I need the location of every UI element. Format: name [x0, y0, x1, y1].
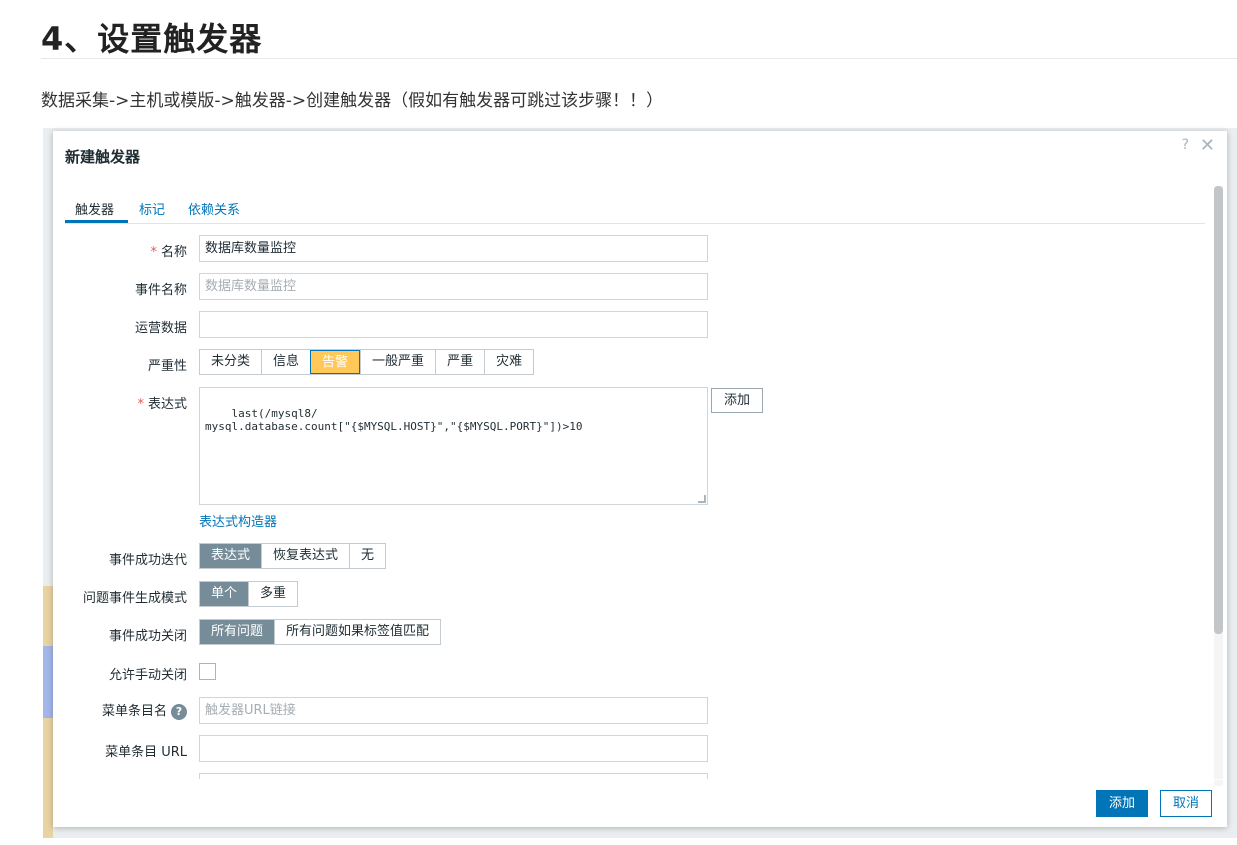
opdata-label: 运营数据 [134, 321, 187, 336]
footer-divider [53, 779, 1227, 780]
ok-close-tag-match[interactable]: 所有问题如果标签值匹配 [274, 620, 440, 644]
background-strip [43, 646, 53, 718]
severity-average[interactable]: 一般严重 [360, 350, 435, 374]
add-button[interactable]: 添加 [1096, 790, 1149, 817]
dialog-tabs: 触发器 标记 依赖关系 [65, 197, 1205, 224]
dialog-title: 新建触发器 [65, 148, 141, 166]
tab-trigger[interactable]: 触发器 [75, 199, 114, 218]
ok-close-selector: 所有问题 所有问题如果标签值匹配 [199, 619, 442, 645]
menu-url-input[interactable] [199, 735, 708, 762]
expression-label: * 表达式 [137, 397, 187, 412]
ok-event-generation-label: 事件成功迭代 [108, 553, 187, 568]
event-name-input[interactable]: 数据库数量监控 [199, 273, 708, 300]
expression-builder-link[interactable]: 表达式构造器 [199, 511, 277, 530]
menu-name-input[interactable]: 触发器URL链接 [199, 697, 708, 724]
manual-close-checkbox[interactable] [199, 663, 216, 680]
severity-information[interactable]: 信息 [261, 350, 310, 374]
ok-close-all[interactable]: 所有问题 [200, 620, 275, 644]
scrollbar-thumb[interactable] [1214, 186, 1223, 634]
background-strip [43, 718, 53, 838]
heading-divider [41, 58, 1237, 59]
menu-url-label: 菜单条目 URL [105, 745, 187, 760]
event-name-label: 事件名称 [134, 283, 187, 298]
expression-add-button[interactable]: 添加 [711, 388, 764, 413]
background-strip [43, 586, 53, 646]
help-icon[interactable]: ? [171, 703, 187, 720]
new-trigger-dialog: 新建触发器 ? ✕ 触发器 标记 依赖关系 * 名称 数据库数量监控 事件名称 数… [53, 131, 1227, 827]
ok-close-label: 事件成功关闭 [108, 629, 187, 644]
manual-close-label: 允许手动关闭 [108, 668, 187, 683]
article-intro: 数据采集->主机或模版->触发器->创建触发器（假如有触发器可跳过该步骤！！） [41, 91, 664, 111]
tab-tags[interactable]: 标记 [139, 199, 165, 218]
tab-dependencies[interactable]: 依赖关系 [188, 199, 240, 218]
problem-mode-multiple[interactable]: 多重 [248, 582, 297, 606]
ok-gen-expression[interactable]: 表达式 [200, 544, 262, 568]
cancel-button[interactable]: 取消 [1160, 790, 1213, 817]
problem-mode-label: 问题事件生成模式 [82, 591, 187, 606]
severity-disaster[interactable]: 灾难 [484, 350, 533, 374]
ok-event-generation-selector: 表达式 恢复表达式 无 [199, 543, 387, 569]
opdata-input[interactable] [199, 311, 708, 338]
severity-selector: 未分类 信息 告警 一般严重 严重 灾难 [199, 349, 535, 375]
help-icon[interactable]: ? [1182, 137, 1189, 153]
name-label: * 名称 [150, 245, 187, 260]
severity-not-classified[interactable]: 未分类 [200, 350, 261, 374]
article-heading: 4、设置触发器 [41, 20, 263, 58]
menu-name-label: 菜单条目名? [102, 700, 187, 720]
problem-mode-single[interactable]: 单个 [200, 582, 249, 606]
ok-gen-none[interactable]: 无 [349, 544, 385, 568]
active-tab-indicator [65, 220, 128, 223]
name-input[interactable]: 数据库数量监控 [199, 235, 708, 262]
ok-gen-recovery-expression[interactable]: 恢复表达式 [261, 544, 349, 568]
expression-textarea[interactable]: last(/mysql8/ mysql.database.count["{$MY… [199, 387, 708, 505]
severity-label: 严重性 [147, 359, 187, 374]
close-icon[interactable]: ✕ [1200, 135, 1215, 156]
problem-mode-selector: 单个 多重 [199, 581, 299, 607]
severity-high[interactable]: 严重 [435, 350, 484, 374]
severity-warning[interactable]: 告警 [310, 350, 361, 374]
expression-text: last(/mysql8/ mysql.database.count["{$MY… [205, 407, 583, 433]
resize-handle-icon[interactable] [698, 495, 706, 503]
